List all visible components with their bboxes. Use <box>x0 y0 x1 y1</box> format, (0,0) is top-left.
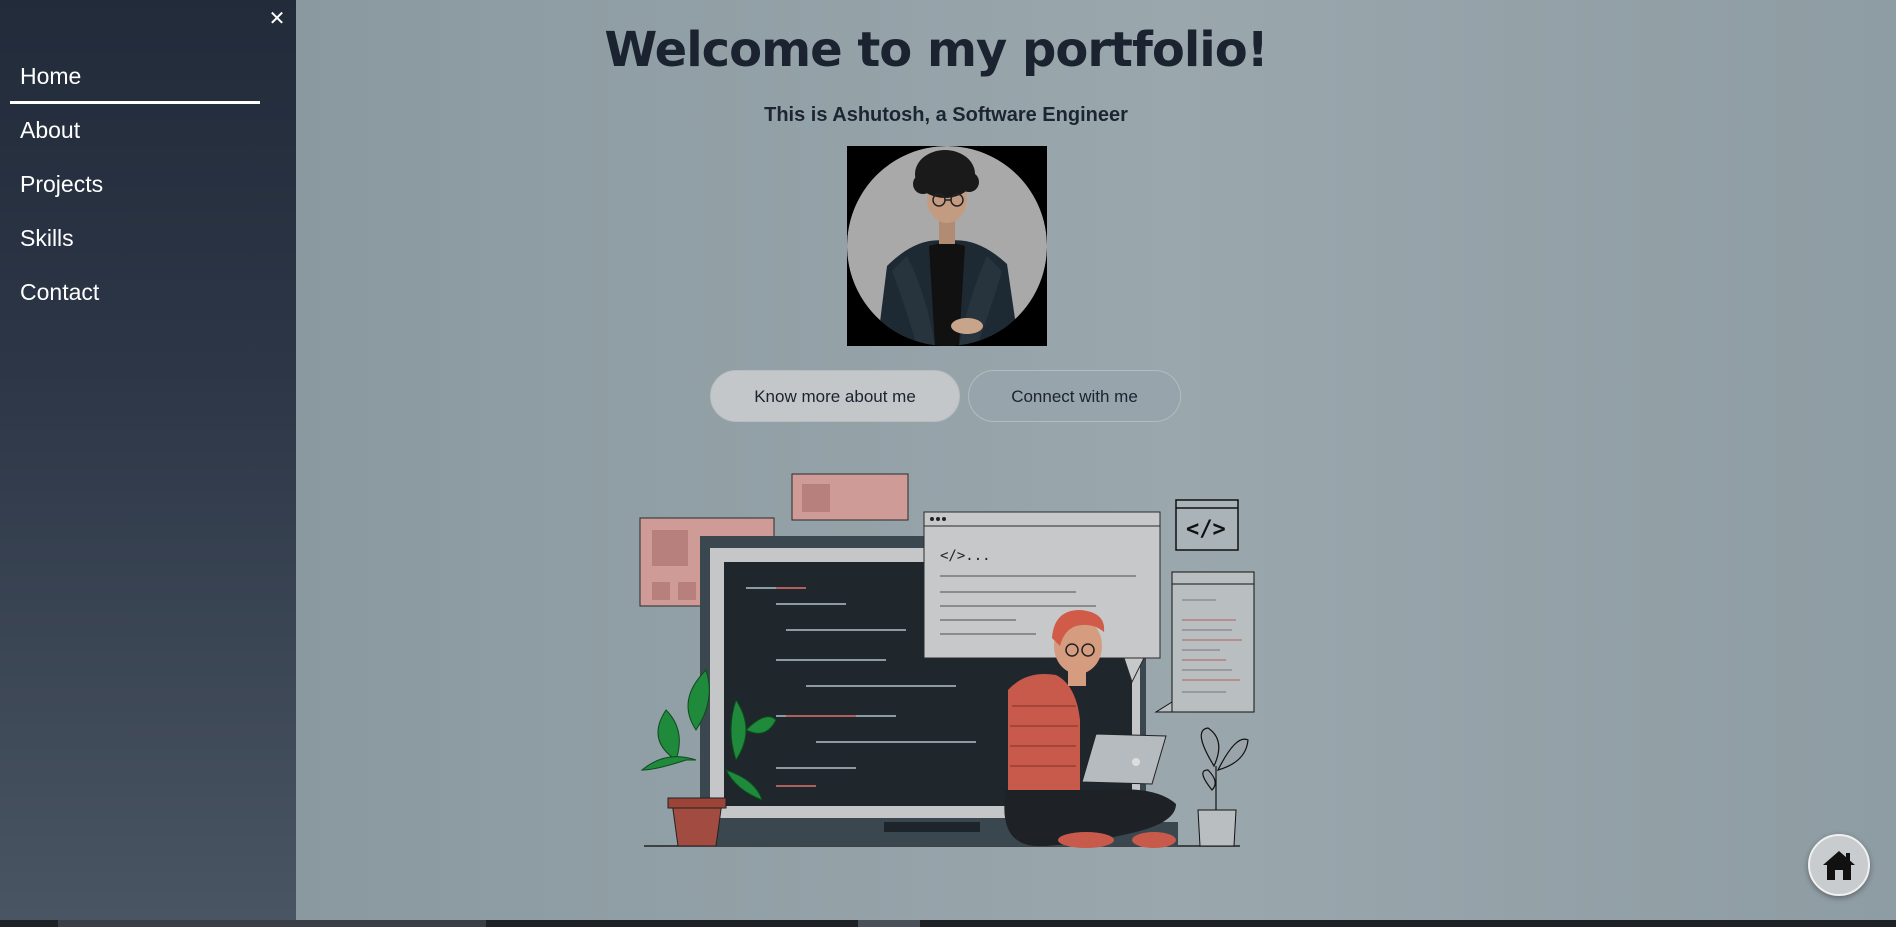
sidebar-item-contact[interactable]: Contact <box>10 272 260 326</box>
bottom-scrollbar[interactable] <box>0 920 1896 927</box>
page-subtitle: This is Ashutosh, a Software Engineer <box>764 104 1128 126</box>
sidebar: ✕ Home About Projects Skills Contact <box>0 0 296 920</box>
developer-illustration: </>... </> <box>636 470 1262 850</box>
scrollbar-segment <box>858 920 920 927</box>
page-title: Welcome to my portfolio! <box>604 22 1268 78</box>
home-icon <box>1823 851 1855 880</box>
home-button[interactable] <box>1808 834 1870 896</box>
code-badge-text: </> <box>1186 517 1226 542</box>
avatar <box>847 146 1047 346</box>
know-more-button[interactable]: Know more about me <box>710 370 960 422</box>
sidebar-item-skills[interactable]: Skills <box>10 218 260 272</box>
code-tag-text: </>... <box>940 548 991 564</box>
connect-button[interactable]: Connect with me <box>968 370 1181 422</box>
sidebar-item-projects[interactable]: Projects <box>10 164 260 218</box>
sidebar-nav: Home About Projects Skills Contact <box>10 56 260 326</box>
sidebar-item-about[interactable]: About <box>10 110 260 164</box>
scrollbar-thumb[interactable] <box>58 920 486 927</box>
